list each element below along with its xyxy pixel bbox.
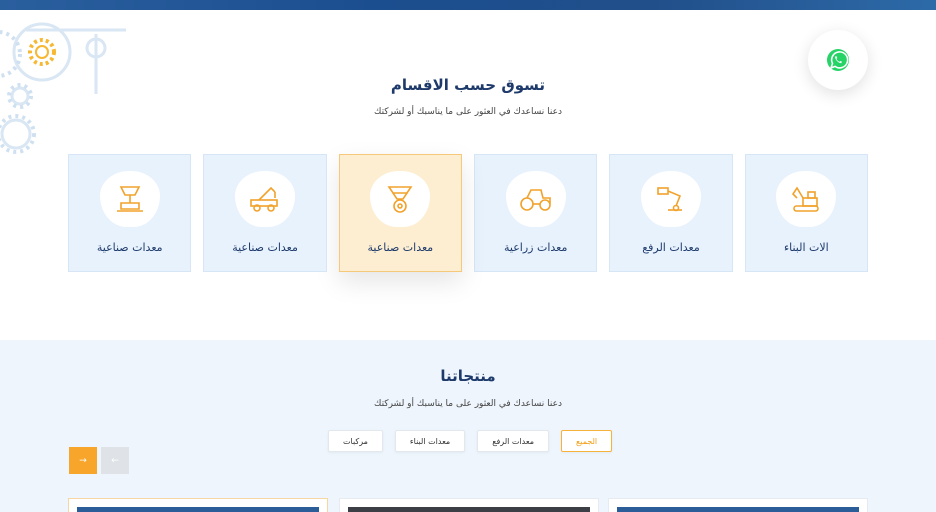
category-card-construction[interactable]: الات البناء	[744, 154, 868, 272]
product-image	[77, 507, 319, 512]
category-card-industrial-2[interactable]: معدات صناعية	[203, 154, 327, 272]
product-card[interactable]	[68, 498, 328, 512]
carousel-next-button[interactable]: →	[69, 447, 97, 474]
product-card[interactable]	[608, 498, 868, 512]
products-section	[0, 340, 936, 512]
product-card[interactable]	[339, 498, 599, 512]
page: تسوق حسب الاقسام دعنا نساعدك في العثور ع…	[0, 0, 936, 512]
category-label: معدات زراعية	[504, 241, 568, 254]
filter-lifting[interactable]: معدات الرفع	[477, 430, 550, 452]
crane-arm-icon	[657, 187, 683, 212]
category-label: معدات صناعية	[367, 241, 434, 254]
category-card-industrial-active[interactable]: معدات صناعية	[338, 154, 463, 272]
whatsapp-icon	[827, 49, 849, 71]
category-label: معدات الرفع	[642, 241, 700, 254]
category-label: معدات صناعية	[232, 241, 298, 254]
category-card-lifting[interactable]: معدات الرفع	[609, 154, 733, 272]
products-subtitle: دعنا نساعدك في العثور على ما يناسبك أو ل…	[374, 399, 562, 409]
categories-subtitle: دعنا نساعدك في العثور على ما يناسبك أو ل…	[374, 107, 562, 117]
drill-gear-icon	[387, 186, 413, 213]
category-card-industrial-3[interactable]: معدات صناعية	[68, 154, 192, 272]
filter-vehicles[interactable]: مركبات	[328, 430, 383, 452]
category-card-agricultural[interactable]: معدات زراعية	[474, 154, 598, 272]
category-label: معدات صناعية	[96, 241, 163, 254]
product-filter-tabs: الجميع معدات الرفع معدات البناء مركبات	[328, 430, 613, 452]
categories-title: تسوق حسب الاقسام	[390, 76, 546, 94]
product-image	[617, 507, 859, 512]
product-image	[348, 507, 590, 512]
crane-truck-icon	[250, 186, 278, 212]
products-title: منتجاتنا	[440, 367, 496, 385]
top-banner	[0, 0, 936, 10]
arrow-right-icon: →	[79, 455, 87, 466]
hydraulic-press-icon	[116, 186, 143, 212]
carousel-prev-button[interactable]: ←	[101, 447, 129, 474]
category-list: الات البناء معدات الرفع معدات زراعية معد…	[68, 154, 868, 272]
tractor-icon	[519, 189, 551, 211]
category-label: الات البناء	[783, 241, 829, 254]
arrow-left-icon: ←	[111, 455, 119, 466]
filter-construction[interactable]: معدات البناء	[394, 430, 466, 452]
excavator-icon	[792, 186, 820, 212]
filter-all[interactable]: الجميع	[561, 430, 613, 452]
